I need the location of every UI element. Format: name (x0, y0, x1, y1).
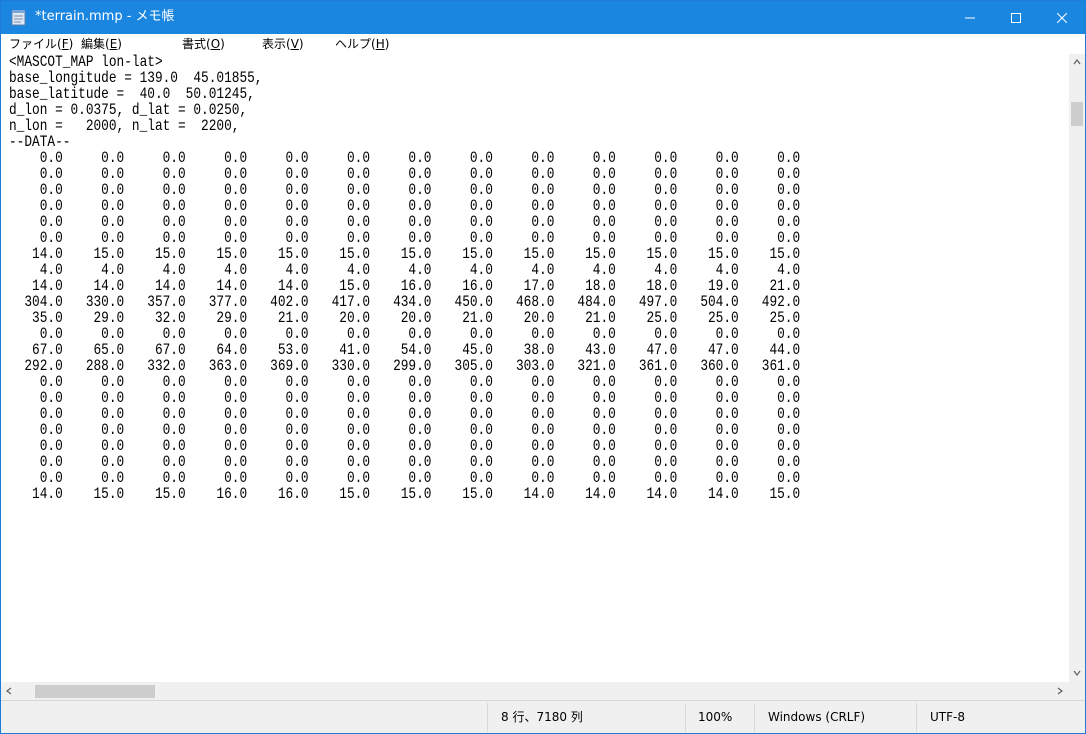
scroll-up-button[interactable] (1069, 54, 1085, 71)
menu-file-key: F (61, 37, 69, 51)
chevron-right-icon (1057, 687, 1063, 695)
editor-line: 0.0 0.0 0.0 0.0 0.0 0.0 0.0 0.0 0.0 0.0 … (9, 389, 801, 407)
horizontal-scrollbar[interactable] (1, 682, 1085, 700)
status-cursor-position: 8 行、7180 列 (501, 710, 583, 724)
menu-format-suffix: ) (220, 37, 225, 51)
close-icon (1057, 13, 1067, 23)
editor-line: 0.0 0.0 0.0 0.0 0.0 0.0 0.0 0.0 0.0 0.0 … (9, 373, 801, 391)
menu-help-key: H (375, 37, 385, 51)
editor-line: <MASCOT_MAP lon-lat> (9, 54, 163, 71)
menu-view-label: 表示( (262, 37, 291, 51)
editor-line: 14.0 15.0 15.0 16.0 16.0 15.0 15.0 15.0 … (9, 485, 801, 503)
menu-file[interactable]: ファイル(F) (9, 34, 73, 54)
editor-line: 0.0 0.0 0.0 0.0 0.0 0.0 0.0 0.0 0.0 0.0 … (9, 213, 801, 231)
editor-line: 67.0 65.0 67.0 64.0 53.0 41.0 54.0 45.0 … (9, 341, 801, 359)
editor-line: 0.0 0.0 0.0 0.0 0.0 0.0 0.0 0.0 0.0 0.0 … (9, 437, 801, 455)
scroll-down-button[interactable] (1069, 665, 1085, 682)
horizontal-scroll-thumb[interactable] (35, 685, 155, 698)
editor-line: 0.0 0.0 0.0 0.0 0.0 0.0 0.0 0.0 0.0 0.0 … (9, 197, 801, 215)
menu-help-suffix: ) (384, 37, 390, 51)
vertical-scrollbar[interactable] (1069, 54, 1085, 682)
editor-content[interactable]: <MASCOT_MAP lon-lat> base_longitude = 139… (9, 54, 800, 502)
menu-edit[interactable]: 編集(E) (81, 34, 122, 54)
close-button[interactable] (1039, 1, 1085, 34)
editor-line: 0.0 0.0 0.0 0.0 0.0 0.0 0.0 0.0 0.0 0.0 … (9, 325, 801, 343)
text-editor[interactable]: <MASCOT_MAP lon-lat> base_longitude = 139… (1, 54, 1069, 682)
menu-view-key: V (290, 37, 299, 51)
status-divider (487, 703, 488, 732)
window-title: *terrain.mmp - メモ帳 (35, 9, 175, 24)
editor-line: 0.0 0.0 0.0 0.0 0.0 0.0 0.0 0.0 0.0 0.0 … (9, 165, 801, 183)
chevron-down-icon (1073, 670, 1081, 676)
editor-line: 0.0 0.0 0.0 0.0 0.0 0.0 0.0 0.0 0.0 0.0 … (9, 469, 801, 487)
editor-line: 0.0 0.0 0.0 0.0 0.0 0.0 0.0 0.0 0.0 0.0 … (9, 149, 801, 167)
menu-file-suffix: ) (68, 37, 74, 51)
vertical-scroll-thumb[interactable] (1071, 102, 1083, 126)
scroll-right-button[interactable] (1052, 683, 1069, 700)
notepad-icon (11, 10, 26, 26)
maximize-icon (1011, 13, 1021, 23)
status-encoding: UTF-8 (930, 710, 965, 724)
status-divider (916, 703, 917, 732)
editor-line: 304.0 330.0 357.0 377.0 402.0 417.0 434.… (9, 293, 801, 311)
editor-line: 35.0 29.0 32.0 29.0 21.0 20.0 20.0 21.0 … (9, 309, 801, 327)
menu-help[interactable]: ヘルプ(H) (335, 34, 389, 54)
editor-line: 4.0 4.0 4.0 4.0 4.0 4.0 4.0 4.0 4.0 4.0 … (9, 261, 801, 279)
menu-format[interactable]: 書式(O) (182, 34, 225, 54)
editor-line: 14.0 14.0 14.0 14.0 14.0 15.0 16.0 16.0 … (9, 277, 801, 295)
status-divider (685, 703, 686, 732)
menu-format-label: 書式( (182, 37, 211, 51)
editor-line: d_lon = 0.0375, d_lat = 0.0250, (9, 101, 248, 119)
scroll-left-button[interactable] (1, 683, 18, 700)
menu-format-key: O (210, 37, 221, 51)
menu-file-label: ファイル( (9, 37, 62, 51)
editor-line: 14.0 15.0 15.0 15.0 15.0 15.0 15.0 15.0 … (9, 245, 801, 263)
editor-line: base_longitude = 139.0 45.01855, (9, 69, 263, 87)
menu-edit-label: 編集( (81, 37, 110, 51)
editor-line: n_lon = 2000, n_lat = 2200, (9, 117, 240, 135)
editor-line: --DATA-- (9, 133, 71, 151)
chevron-up-icon (1073, 59, 1081, 65)
notepad-window: *terrain.mmp - メモ帳 ファイル(F) 編集(E) 書式(O) 表… (0, 0, 1086, 734)
menu-view-suffix: ) (298, 37, 304, 51)
chevron-left-icon (6, 687, 12, 695)
minimize-icon (965, 17, 975, 19)
editor-line: 292.0 288.0 332.0 363.0 369.0 330.0 299.… (9, 357, 801, 375)
status-line-ending: Windows (CRLF) (768, 710, 866, 724)
editor-line: 0.0 0.0 0.0 0.0 0.0 0.0 0.0 0.0 0.0 0.0 … (9, 405, 801, 423)
editor-line: 0.0 0.0 0.0 0.0 0.0 0.0 0.0 0.0 0.0 0.0 … (9, 453, 801, 471)
title-bar[interactable]: *terrain.mmp - メモ帳 (1, 1, 1085, 34)
status-divider (754, 703, 755, 732)
status-bar: 8 行、7180 列 100% Windows (CRLF) UTF-8 (1, 700, 1085, 733)
editor-line: 0.0 0.0 0.0 0.0 0.0 0.0 0.0 0.0 0.0 0.0 … (9, 181, 801, 199)
editor-line: 0.0 0.0 0.0 0.0 0.0 0.0 0.0 0.0 0.0 0.0 … (9, 229, 801, 247)
status-zoom: 100% (698, 710, 733, 724)
menu-view[interactable]: 表示(V) (262, 34, 304, 54)
scrollbar-corner (1069, 683, 1085, 700)
editor-line: base_latitude = 40.0 50.01245, (9, 85, 255, 103)
menu-bar: ファイル(F) 編集(E) 書式(O) 表示(V) ヘルプ(H) (1, 34, 1085, 54)
maximize-button[interactable] (993, 1, 1039, 34)
menu-help-label: ヘルプ( (335, 37, 376, 51)
minimize-button[interactable] (947, 1, 993, 34)
editor-line: 0.0 0.0 0.0 0.0 0.0 0.0 0.0 0.0 0.0 0.0 … (9, 421, 801, 439)
menu-edit-suffix: ) (117, 37, 122, 51)
